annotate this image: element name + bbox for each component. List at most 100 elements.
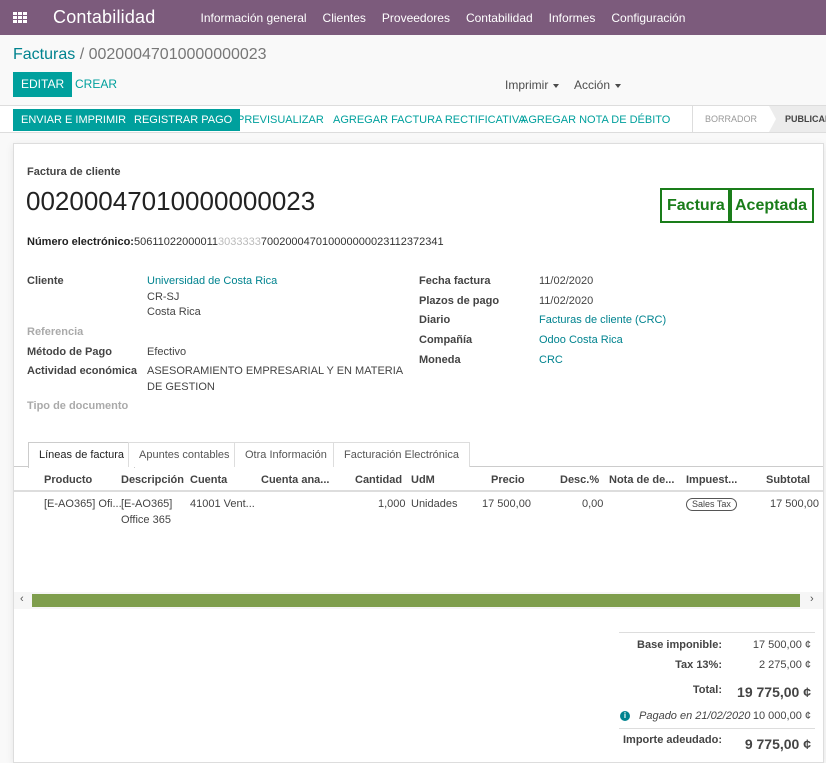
badge-acceptance-status: Aceptada — [728, 188, 815, 223]
electronic-number-redacted: 3033333 — [218, 236, 261, 248]
top-navbar: Contabilidad Información general Cliente… — [0, 0, 826, 35]
table-row[interactable]: [E-AO365] Ofi... [E-AO365] Office 365 41… — [14, 494, 823, 534]
nav-item-vendors[interactable]: Proveedores — [382, 11, 450, 25]
cell-quantity[interactable]: 1,000 — [378, 496, 406, 512]
electronic-number-prefix: 50611022000011 — [134, 236, 219, 248]
col-description[interactable]: Descripción — [121, 474, 184, 486]
total-value: 19 775,00 ¢ — [737, 684, 811, 700]
chevron-right-icon[interactable]: › — [810, 593, 814, 605]
col-subtotal[interactable]: Subtotal — [766, 474, 810, 486]
col-account[interactable]: Cuenta — [190, 474, 227, 486]
cell-account[interactable]: 41001 Vent... — [190, 496, 255, 512]
currency-link[interactable]: CRC — [539, 353, 563, 368]
col-product[interactable]: Producto — [44, 474, 92, 486]
company-link[interactable]: Odoo Costa Rica — [539, 333, 623, 348]
cell-description[interactable]: [E-AO365] Office 365 — [121, 496, 172, 528]
payment-method-label: Método de Pago — [27, 346, 112, 358]
customer-label: Cliente — [27, 275, 64, 287]
print-dropdown[interactable]: Imprimir — [505, 78, 560, 92]
document-type-label: Factura de cliente — [27, 166, 121, 178]
currency-label: Moneda — [419, 354, 461, 366]
customer-link[interactable]: Universidad de Costa Rica — [147, 274, 277, 289]
create-button[interactable]: CREAR — [75, 72, 117, 97]
col-analytic-account[interactable]: Cuenta ana... — [261, 474, 329, 486]
tab-other-info[interactable]: Otra Información — [234, 442, 338, 467]
status-bar: ENVIAR E IMPRIMIR REGISTRAR PAGO PREVISU… — [0, 105, 826, 133]
total-label: Total: — [692, 684, 722, 696]
status-stages: BORRADOR PUBLICADO — [692, 106, 826, 132]
notebook-tabs: Líneas de factura Apuntes contables Otra… — [14, 442, 823, 468]
cell-subtotal: 17 500,00 — [770, 498, 819, 510]
cell-description-line2: Office 365 — [121, 514, 171, 526]
journal-link[interactable]: Facturas de cliente (CRC) — [539, 313, 666, 328]
payment-terms-value: 11/02/2020 — [539, 295, 594, 307]
breadcrumb: Facturas / 00200047010000000023 — [13, 46, 267, 64]
cell-discount[interactable]: 0,00 — [582, 496, 603, 512]
invoice-date-value: 11/02/2020 — [539, 275, 594, 287]
stage-draft[interactable]: BORRADOR — [693, 106, 777, 132]
tab-electronic-invoicing[interactable]: Facturación Electrónica — [333, 442, 470, 467]
cell-taxes[interactable]: Sales Tax — [686, 496, 737, 512]
nav-item-overview[interactable]: Información general — [200, 11, 306, 25]
breadcrumb-separator: / — [79, 46, 85, 63]
document-type-field-label: Tipo de documento — [27, 400, 129, 412]
add-debit-note-button[interactable]: AGREGAR NOTA DE DÉBITO — [513, 109, 678, 131]
reference-label: Referencia — [27, 326, 84, 338]
col-price[interactable]: Precio — [491, 474, 525, 486]
chevron-left-icon[interactable]: ‹ — [20, 593, 24, 605]
document-number: 00200047010000000023 — [26, 186, 316, 216]
edit-button[interactable]: EDITAR — [13, 72, 73, 97]
badge-invoice-type: Factura — [660, 188, 732, 223]
breadcrumb-invoices-link[interactable]: Facturas — [13, 46, 75, 63]
app-brand[interactable]: Contabilidad — [53, 7, 155, 28]
base-amount-label: Base imponible: — [637, 639, 722, 651]
nav-item-configuration[interactable]: Configuración — [611, 11, 685, 25]
col-discount[interactable]: Desc.% — [560, 474, 599, 486]
col-uom[interactable]: UdM — [411, 474, 435, 486]
economic-activity-label: Actividad económica — [27, 365, 138, 377]
tax-label: Tax 13%: — [675, 659, 722, 671]
preview-button[interactable]: PREVISUALIZAR — [229, 109, 332, 131]
nav-item-accounting[interactable]: Contabilidad — [466, 11, 533, 25]
chevron-down-icon — [615, 83, 622, 88]
scrollbar-thumb[interactable] — [32, 594, 800, 607]
cell-description-line1: [E-AO365] — [121, 498, 173, 510]
breadcrumb-current: 00200047010000000023 — [88, 46, 267, 63]
customer-city: CR-SJ — [147, 291, 180, 303]
col-taxes[interactable]: Impuest... — [686, 474, 737, 486]
chevron-down-icon — [553, 83, 560, 88]
payment-terms-label: Plazos de pago — [419, 295, 500, 307]
economic-activity-line2: DE GESTION — [147, 381, 215, 393]
invoice-lines-header: Producto Descripción Cuenta Cuenta ana..… — [14, 467, 823, 492]
col-note[interactable]: Nota de de... — [609, 474, 674, 486]
col-quantity[interactable]: Cantidad — [355, 474, 402, 486]
cell-product[interactable]: [E-AO365] Ofi... — [44, 496, 122, 512]
invoice-date-label: Fecha factura — [419, 275, 491, 287]
amount-due-value: 9 775,00 ¢ — [744, 736, 811, 752]
cell-price[interactable]: 17 500,00 — [482, 496, 531, 512]
apps-grid-icon[interactable] — [13, 11, 27, 24]
cell-uom[interactable]: Unidades — [411, 496, 457, 512]
nav-item-reports[interactable]: Informes — [549, 11, 596, 25]
tab-journal-items[interactable]: Apuntes contables — [128, 442, 241, 467]
action-label: Acción — [574, 78, 611, 92]
electronic-number-suffix: 700200047010000000023112372341 — [260, 236, 444, 248]
base-amount-value: 17 500,00 ¢ — [752, 639, 811, 651]
action-dropdowns: Imprimir Acción — [505, 78, 633, 92]
send-print-button[interactable]: ENVIAR E IMPRIMIR — [13, 109, 135, 131]
info-icon[interactable]: i — [620, 711, 630, 721]
nav-item-customers[interactable]: Clientes — [323, 11, 366, 25]
print-label: Imprimir — [505, 78, 549, 92]
amount-due-label: Importe adeudado: — [622, 734, 722, 746]
economic-activity-line1: ASESORAMIENTO EMPRESARIAL Y EN MATERIA — [147, 365, 404, 377]
add-refund-button[interactable]: AGREGAR FACTURA RECTIFICATIVA — [325, 109, 534, 131]
totals-separator — [619, 632, 815, 633]
electronic-number-label: Número electrónico: — [27, 236, 134, 248]
action-dropdown[interactable]: Acción — [574, 78, 622, 92]
invoice-sheet: Factura de cliente 00200047010000000023 … — [13, 143, 824, 763]
paid-on-label: Pagado en 21/02/2020 — [639, 710, 751, 722]
register-payment-button[interactable]: REGISTRAR PAGO — [126, 109, 241, 131]
stage-posted[interactable]: PUBLICADO — [769, 106, 826, 132]
tab-invoice-lines[interactable]: Líneas de factura — [28, 442, 136, 468]
horizontal-scrollbar[interactable]: ‹ › — [14, 592, 823, 609]
